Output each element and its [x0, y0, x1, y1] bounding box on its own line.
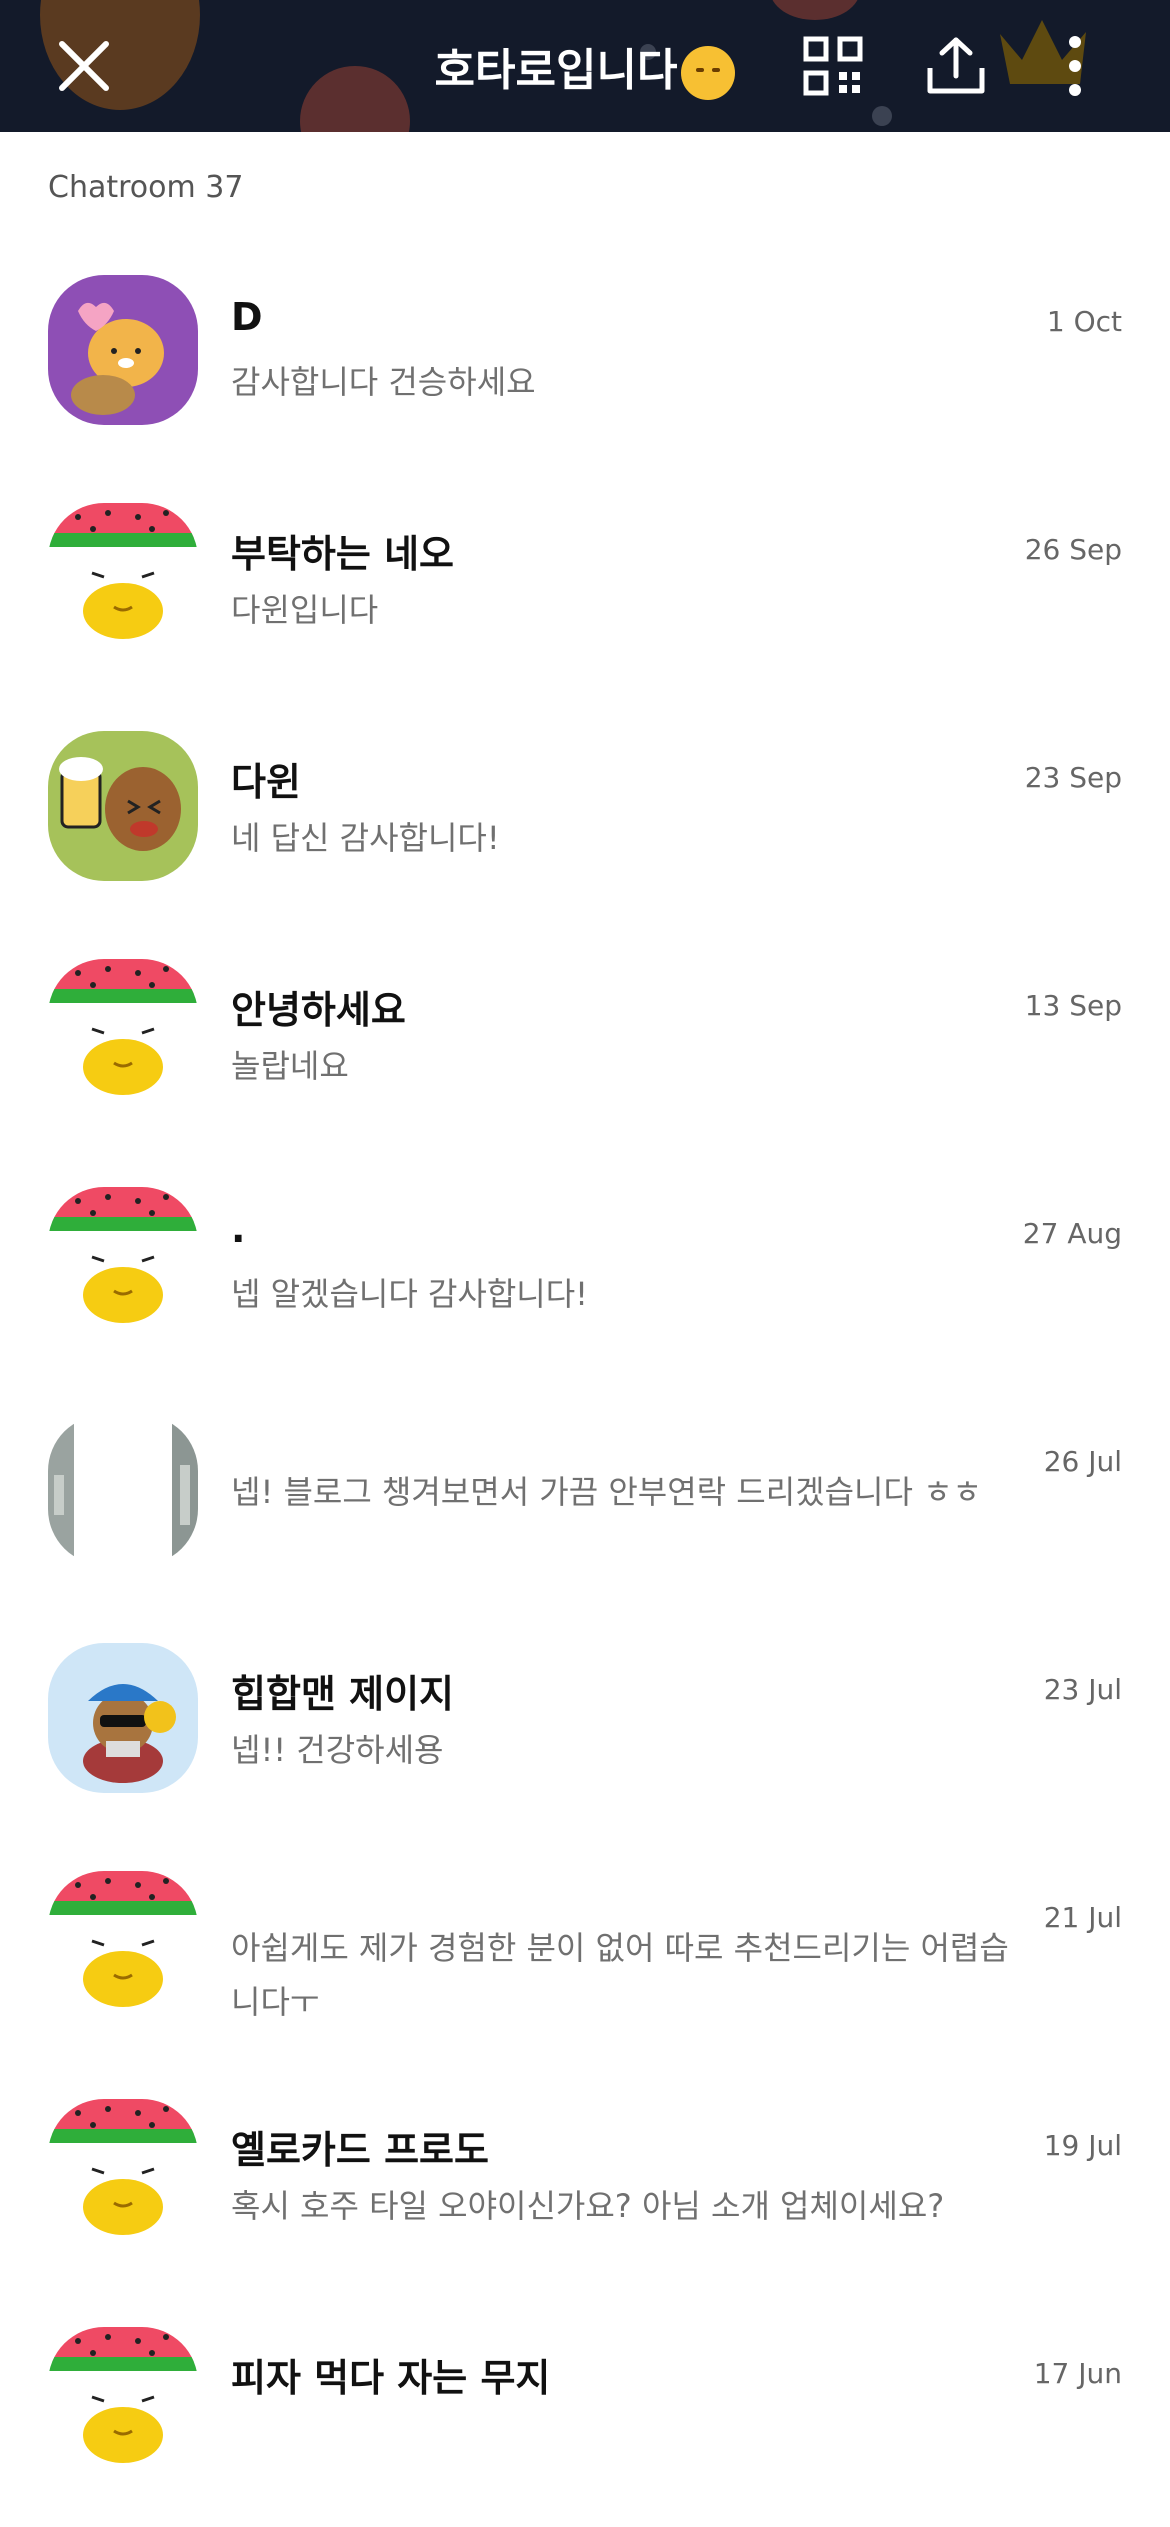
chat-row[interactable]: 피자 먹다 자는 무지 17 Jun: [0, 2299, 1170, 2527]
upside-down-face-icon: [681, 46, 736, 100]
chat-timestamp: 23 Sep: [1024, 761, 1122, 794]
chat-row[interactable]: 넵! 블로그 챙겨보면서 가끔 안부연락 드리겠습니다 ㅎㅎ 26 Jul: [0, 1387, 1170, 1615]
chat-last-message: 넵!! 건강하세용: [231, 1731, 444, 1769]
chatroom-count-label: Chatroom 37: [48, 170, 244, 205]
chat-avatar: [48, 1871, 198, 2021]
chat-row[interactable]: 옐로카드 프로도혹시 호주 타일 오야이신가요? 아님 소개 업체이세요? 19 …: [0, 2071, 1170, 2299]
chat-avatar: [48, 1415, 198, 1565]
chat-timestamp: 19 Jul: [1043, 2129, 1122, 2162]
yarn-ball-decoration: [770, 0, 860, 20]
chat-timestamp: 17 Jun: [1033, 2357, 1122, 2390]
chat-name: 옐로카드 프로도: [231, 2128, 489, 2172]
top-bar: 호타로입니다: [0, 0, 1170, 132]
chat-timestamp: 13 Sep: [1024, 989, 1122, 1022]
chat-timestamp: 1 Oct: [1046, 305, 1122, 338]
chat-last-message: 넵 알겠습니다 감사합니다!: [231, 1275, 589, 1313]
chat-name: .: [231, 1207, 246, 1251]
chat-last-message: 감사합니다 건승하세요: [231, 363, 536, 401]
chat-timestamp: 27 Aug: [1022, 1217, 1122, 1250]
chat-last-message: 놀랍네요: [231, 1047, 349, 1085]
more-vertical-icon: [1069, 36, 1081, 96]
share-button[interactable]: [925, 34, 987, 96]
chat-list: D 감사합니다 건승하세요 1 Oct 부탁하는 네오다윈입니다 26 Sep 다윈네 답…: [0, 247, 1170, 2527]
share-icon: [927, 37, 985, 94]
chat-last-message: 넵! 블로그 챙겨보면서 가끔 안부연락 드리겠습니다 ㅎㅎ: [231, 1473, 982, 1511]
chat-row[interactable]: 안녕하세요놀랍네요 13 Sep: [0, 931, 1170, 1159]
chat-timestamp: 21 Jul: [1043, 1901, 1122, 1934]
chat-last-message: 네 답신 감사합니다!: [231, 819, 500, 857]
chat-row[interactable]: 아쉽게도 제가 경험한 분이 없어 따로 추천드리기는 어렵습니다ㅜ 21 Jul: [0, 1843, 1170, 2071]
chat-title: 호타로입니다: [0, 34, 1170, 100]
chat-avatar: [48, 959, 198, 1109]
chat-last-message: 아쉽게도 제가 경험한 분이 없어 따로 추천드리기는 어렵습니다ㅜ: [231, 1929, 1009, 2021]
chat-name: 다윈: [231, 760, 301, 804]
chat-name: D: [231, 295, 263, 339]
chat-avatar: [48, 1187, 198, 1337]
qr-code-button[interactable]: [803, 36, 863, 96]
chat-avatar: [48, 2327, 198, 2477]
chat-name: 힙합맨 제이지: [231, 1672, 454, 1716]
qr-code-icon: [803, 36, 863, 96]
chat-name: 안녕하세요: [231, 988, 406, 1032]
chat-row[interactable]: 부탁하는 네오다윈입니다 26 Sep: [0, 475, 1170, 703]
chat-avatar: [48, 2099, 198, 2249]
chat-timestamp: 26 Jul: [1043, 1445, 1122, 1478]
chat-avatar: [48, 275, 198, 425]
chat-avatar: [48, 1643, 198, 1793]
more-options-button[interactable]: [1060, 30, 1090, 102]
chat-title-text: 호타로입니다: [434, 45, 678, 96]
chat-timestamp: 23 Jul: [1043, 1673, 1122, 1706]
chat-name: 피자 먹다 자는 무지: [231, 2356, 551, 2400]
chat-row[interactable]: 다윈네 답신 감사합니다! 23 Sep: [0, 703, 1170, 931]
chat-timestamp: 26 Sep: [1024, 533, 1122, 566]
chat-last-message: 혹시 호주 타일 오야이신가요? 아님 소개 업체이세요?: [231, 2187, 945, 2225]
chat-row[interactable]: 힙합맨 제이지넵!! 건강하세용 23 Jul: [0, 1615, 1170, 1843]
chat-avatar: [48, 731, 198, 881]
chat-row[interactable]: D 감사합니다 건승하세요 1 Oct: [0, 247, 1170, 475]
chat-last-message: 다윈입니다: [231, 591, 379, 629]
dot-decoration: [872, 106, 892, 126]
chat-avatar: [48, 503, 198, 653]
chat-row[interactable]: . 넵 알겠습니다 감사합니다! 27 Aug: [0, 1159, 1170, 1387]
chat-name: 부탁하는 네오: [231, 532, 454, 576]
